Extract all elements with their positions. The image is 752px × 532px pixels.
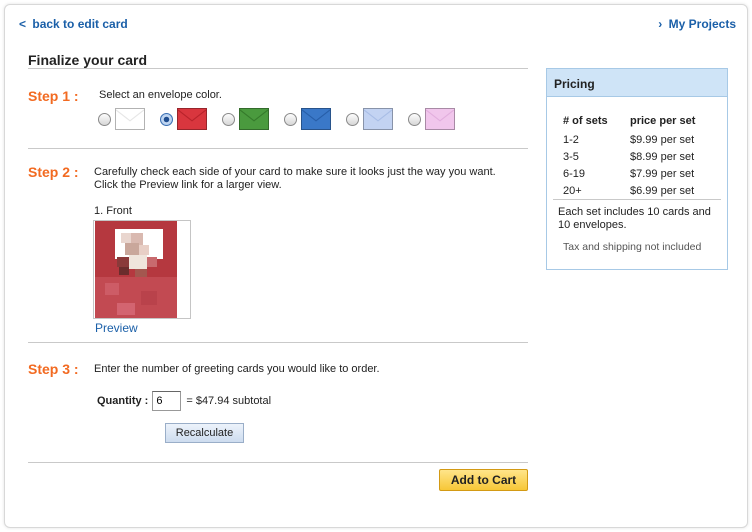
envelope-radio-pink[interactable]: [408, 112, 421, 126]
pricing-header-sets: # of sets: [563, 115, 608, 127]
step-3-label: Step 3 :: [28, 361, 79, 377]
add-to-cart-button[interactable]: Add to Cart: [439, 469, 528, 491]
back-link-label: back to edit card: [32, 17, 128, 31]
envelope-radio-red[interactable]: [160, 112, 173, 126]
quantity-row: Quantity : = $47.94 subtotal: [97, 391, 271, 411]
my-projects-link[interactable]: › My Projects: [658, 17, 736, 31]
envelope-radio-light-blue[interactable]: [346, 112, 359, 126]
envelope-icon[interactable]: [301, 108, 331, 130]
card-front-image: [95, 221, 177, 318]
envelope-option-blue[interactable]: [284, 108, 346, 130]
pricing-header-row: # of sets price per set: [563, 111, 720, 131]
envelope-icon[interactable]: [363, 108, 393, 130]
pricing-row: 1-2 $9.99 per set: [563, 131, 720, 148]
step-2-instructions: Carefully check each side of your card t…: [94, 166, 496, 191]
envelope-radio-blue[interactable]: [284, 112, 297, 126]
pricing-sets: 20+: [563, 184, 582, 197]
pricing-price: $7.99 per set: [630, 167, 695, 180]
step-1-label: Step 1 :: [28, 88, 79, 104]
pricing-row: 6-19 $7.99 per set: [563, 165, 720, 182]
pricing-price: $9.99 per set: [630, 133, 695, 146]
step-2-label: Step 2 :: [28, 164, 79, 180]
page-title: Finalize your card: [28, 52, 148, 68]
envelope-option-light-blue[interactable]: [346, 108, 408, 130]
envelope-icon[interactable]: [425, 108, 455, 130]
quantity-label: Quantity :: [97, 395, 149, 407]
pricing-title: Pricing: [547, 69, 727, 97]
envelope-option-green[interactable]: [222, 108, 284, 130]
pricing-sets: 1-2: [563, 133, 579, 146]
envelope-radio-white[interactable]: [98, 112, 111, 126]
divider: [28, 462, 528, 463]
envelope-option-red[interactable]: [160, 108, 222, 130]
card-front-thumbnail[interactable]: [93, 220, 191, 319]
envelope-icon[interactable]: [177, 108, 207, 130]
pricing-row: 3-5 $8.99 per set: [563, 148, 720, 165]
pricing-table: # of sets price per set 1-2 $9.99 per se…: [563, 111, 720, 199]
pricing-header-price: price per set: [630, 115, 696, 127]
card-photo-pixelated: [95, 221, 177, 318]
pricing-row: 20+ $6.99 per set: [563, 182, 720, 199]
pricing-price: $6.99 per set: [630, 184, 695, 197]
back-to-edit-card-link[interactable]: < back to edit card: [19, 17, 128, 31]
envelope-radio-green[interactable]: [222, 112, 235, 126]
my-projects-label: My Projects: [668, 17, 736, 31]
step-1-instructions: Select an envelope color.: [99, 89, 222, 101]
pricing-sets: 3-5: [563, 150, 579, 163]
pricing-set-note: Each set includes 10 cards and 10 envelo…: [558, 206, 711, 231]
divider: [28, 68, 528, 69]
divider: [28, 342, 528, 343]
pricing-divider: [553, 199, 721, 200]
quantity-input[interactable]: [152, 391, 182, 411]
pricing-tax-note: Tax and shipping not included: [563, 241, 702, 253]
envelope-option-pink[interactable]: [408, 108, 470, 130]
card-side-label: 1. Front: [94, 205, 132, 217]
envelope-icon[interactable]: [115, 108, 145, 130]
subtotal-text: = $47.94 subtotal: [186, 395, 272, 407]
envelope-icon[interactable]: [239, 108, 269, 130]
envelope-option-white[interactable]: [98, 108, 160, 130]
step-3-instructions: Enter the number of greeting cards you w…: [94, 363, 380, 375]
envelope-color-options: [98, 108, 470, 130]
chevron-right-icon: ›: [658, 17, 663, 31]
preview-link[interactable]: Preview: [95, 321, 138, 335]
pricing-price: $8.99 per set: [630, 150, 695, 163]
divider: [28, 148, 528, 149]
chevron-left-icon: <: [19, 17, 27, 31]
recalculate-button[interactable]: Recalculate: [165, 423, 244, 443]
pricing-panel: Pricing # of sets price per set 1-2 $9.9…: [546, 68, 728, 270]
pricing-sets: 6-19: [563, 167, 586, 180]
